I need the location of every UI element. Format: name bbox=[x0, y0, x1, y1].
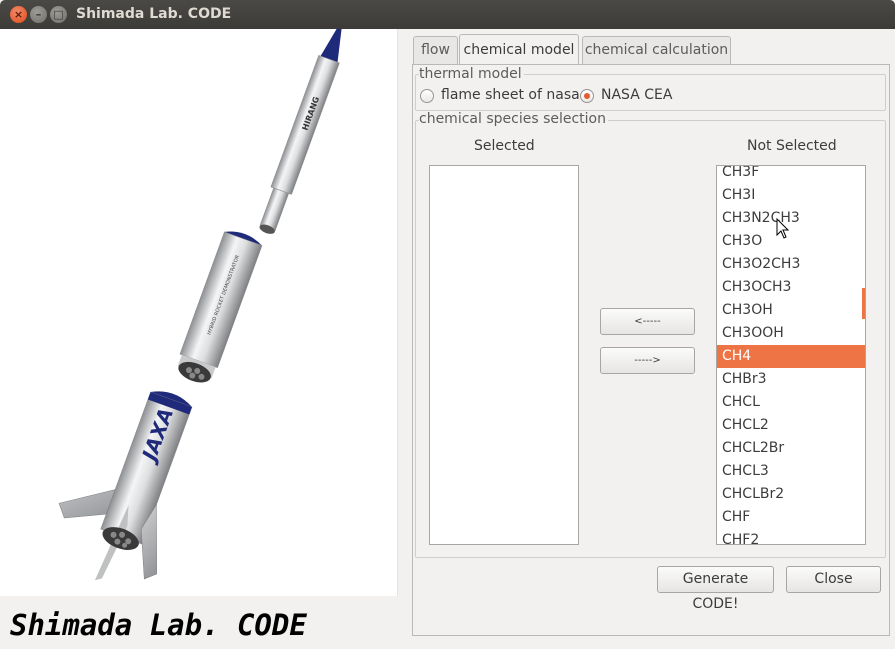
list-item[interactable]: CHCL2 bbox=[717, 414, 865, 437]
tab-chemical-calculation[interactable]: chemical calculation bbox=[582, 36, 731, 65]
thermal-model-title: thermal model bbox=[419, 66, 524, 82]
radio-nasa-cea[interactable] bbox=[580, 89, 594, 103]
list-scroll-indicator[interactable] bbox=[862, 288, 865, 319]
list-item[interactable]: CH3O2CH3 bbox=[717, 253, 865, 276]
window-title: Shimada Lab. CODE bbox=[76, 6, 232, 22]
tab-flow[interactable]: flow bbox=[413, 36, 458, 65]
minimize-window-icon[interactable]: – bbox=[30, 6, 47, 23]
window-titlebar: × – □ Shimada Lab. CODE bbox=[0, 0, 895, 29]
generate-code-button[interactable]: Generate CODE! bbox=[657, 566, 774, 612]
list-item[interactable]: CH3O bbox=[717, 230, 865, 253]
radio-flame-sheet-label[interactable]: flame sheet of nasa bbox=[441, 87, 580, 103]
list-item[interactable]: CH3N2CH3 bbox=[717, 207, 865, 230]
close-button[interactable]: Close bbox=[786, 566, 881, 593]
close-window-icon[interactable]: × bbox=[10, 6, 27, 23]
selected-column-label: Selected bbox=[474, 138, 535, 154]
list-item[interactable]: CHCL bbox=[717, 391, 865, 414]
move-left-button[interactable]: <----- bbox=[600, 308, 695, 335]
list-item[interactable]: CH3OH bbox=[717, 299, 865, 322]
list-item-selected[interactable]: CH4 bbox=[717, 345, 865, 368]
not-selected-species-list[interactable]: CH3F CH3I CH3N2CH3 CH3O CH3O2CH3 CH3OCH3… bbox=[716, 165, 866, 545]
list-item[interactable]: CHF bbox=[717, 506, 865, 529]
rocket-image-panel: HIRANG HYBRID ROCKET DEMONSTRATOR JAXA bbox=[0, 29, 398, 596]
list-item[interactable]: CH3OOH bbox=[717, 322, 865, 345]
not-selected-column-label: Not Selected bbox=[747, 138, 837, 154]
list-item[interactable]: CHCL2Br bbox=[717, 437, 865, 460]
tab-chemical-model[interactable]: chemical model bbox=[459, 34, 579, 66]
radio-nasa-cea-label[interactable]: NASA CEA bbox=[601, 87, 672, 103]
app-brand-label: Shimada Lab. CODE bbox=[10, 608, 307, 642]
move-right-button[interactable]: -----> bbox=[600, 347, 695, 374]
list-item[interactable]: CH3F bbox=[717, 166, 865, 184]
panel-divider bbox=[397, 29, 398, 596]
list-item[interactable]: CHBr3 bbox=[717, 368, 865, 391]
rocket-illustration: HIRANG HYBRID ROCKET DEMONSTRATOR JAXA bbox=[58, 29, 343, 581]
mouse-pointer-icon bbox=[776, 218, 790, 239]
list-item[interactable]: CHCLBr2 bbox=[717, 483, 865, 506]
list-item[interactable]: CHF2 bbox=[717, 529, 865, 544]
maximize-window-icon[interactable]: □ bbox=[50, 6, 67, 23]
list-item[interactable]: CHCL3 bbox=[717, 460, 865, 483]
list-item[interactable]: CH3I bbox=[717, 184, 865, 207]
list-item[interactable]: CH3OCH3 bbox=[717, 276, 865, 299]
selected-species-list[interactable] bbox=[429, 165, 579, 545]
species-selection-title: chemical species selection bbox=[419, 111, 608, 127]
radio-flame-sheet[interactable] bbox=[420, 89, 434, 103]
